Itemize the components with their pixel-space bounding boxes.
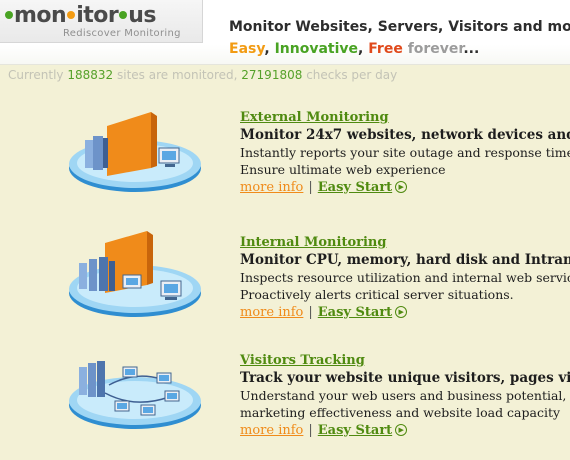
- subline-dots: ...: [463, 41, 480, 57]
- link-separator: |: [308, 305, 313, 320]
- feature-links: more info | Easy Start ▶: [240, 179, 570, 196]
- subline-comma: ,: [264, 41, 275, 57]
- arrow-right-circle-icon[interactable]: ▶: [395, 305, 408, 318]
- easy-start-link[interactable]: Easy Start: [318, 305, 392, 320]
- feature-title-link[interactable]: Internal Monitoring: [240, 235, 570, 251]
- logo-tagline: Rediscover Monitoring: [63, 28, 181, 39]
- arrow-right-circle-icon[interactable]: ▶: [395, 180, 408, 193]
- logo-text: itor: [76, 3, 119, 28]
- site-header: mon itor us Rediscover Monitoring Monitor …: [0, 0, 570, 65]
- arrow-right-circle-icon[interactable]: ▶: [395, 423, 408, 436]
- stats-middle: sites are monitored,: [116, 68, 238, 82]
- logo-dot-icon: [67, 10, 76, 19]
- visitors-tracking-icon[interactable]: [65, 349, 205, 439]
- monitoring-stats: Currently 188832 sites are monitored, 27…: [8, 68, 397, 82]
- feature-title-link[interactable]: Visitors Tracking: [240, 353, 570, 369]
- subline-free: Free: [368, 41, 403, 57]
- logo-text: us: [128, 3, 156, 28]
- logo-text: mon: [14, 3, 67, 28]
- subline-forever: forever: [407, 41, 464, 57]
- more-info-link[interactable]: more info: [240, 423, 303, 438]
- subline-easy: Easy: [229, 41, 265, 57]
- subline-comma: ,: [358, 41, 369, 57]
- link-separator: |: [308, 423, 313, 438]
- easy-start-link[interactable]: Easy Start: [318, 423, 392, 438]
- internal-monitoring-icon[interactable]: [65, 231, 205, 321]
- feature-lead: Monitor 24x7 websites, network devices a…: [240, 127, 570, 143]
- logo-dot-icon: [119, 10, 128, 19]
- feature-description: Proactively alerts critical server situa…: [240, 287, 514, 302]
- page-subline: Easy, Innovative, Free forever...: [229, 41, 479, 57]
- page-headline: Monitor Websites, Servers, Visitors and …: [229, 19, 570, 35]
- feature-links: more info | Easy Start ▶: [240, 422, 570, 439]
- feature-description: Inspects resource utilization and intern…: [240, 270, 570, 285]
- logo-dot-icon: [5, 10, 13, 19]
- feature-title-link[interactable]: External Monitoring: [240, 110, 570, 126]
- feature-lead: Track your website unique visitors, page…: [240, 370, 570, 386]
- feature-description: marketing effectiveness and website load…: [240, 405, 561, 420]
- link-separator: |: [308, 180, 313, 195]
- subline-innovative: Innovative: [274, 41, 359, 57]
- sites-count: 188832: [67, 68, 114, 82]
- feature-description: Instantly reports your site outage and r…: [240, 145, 570, 160]
- more-info-link[interactable]: more info: [240, 305, 303, 320]
- checks-count: 27191808: [241, 68, 303, 82]
- stats-prefix: Currently: [8, 68, 64, 82]
- logo-area[interactable]: mon itor us Rediscover Monitoring: [0, 0, 203, 43]
- feature-description: Ensure ultimate web experience: [240, 162, 446, 177]
- external-monitoring-icon[interactable]: [65, 106, 205, 196]
- feature-description: Understand your web users and business p…: [240, 388, 567, 403]
- more-info-link[interactable]: more info: [240, 180, 303, 195]
- feature-lead: Monitor CPU, memory, hard disk and Intra…: [240, 252, 570, 268]
- logo[interactable]: mon itor us: [4, 3, 156, 28]
- stats-suffix: checks per day: [306, 68, 398, 82]
- easy-start-link[interactable]: Easy Start: [318, 180, 392, 195]
- feature-links: more info | Easy Start ▶: [240, 304, 570, 321]
